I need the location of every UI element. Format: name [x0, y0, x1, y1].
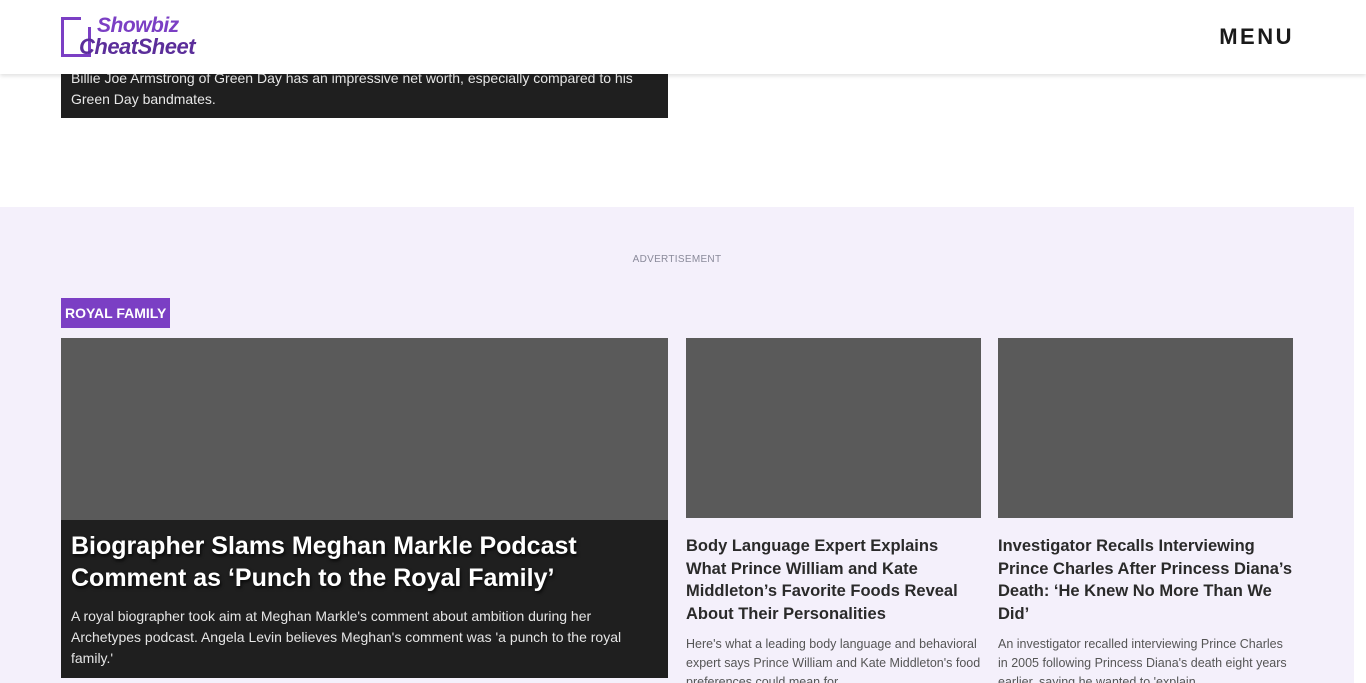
site-logo[interactable]: Showbiz CheatSheet: [61, 14, 226, 59]
featured-article-image[interactable]: [61, 338, 668, 520]
previous-article-description: Billie Joe Armstrong of Green Day has an…: [71, 70, 633, 107]
article-card-image[interactable]: [998, 338, 1293, 518]
page: Billie Joe Armstrong of Green Day has an…: [0, 0, 1366, 683]
article-card-description: Here's what a leading body language and …: [686, 637, 981, 683]
logo-word-cheatsheet: CheatSheet: [79, 34, 196, 59]
category-tag[interactable]: ROYAL FAMILY: [61, 298, 171, 328]
featured-article-description: A royal biographer took aim at Meghan Ma…: [71, 608, 622, 666]
article-card-title[interactable]: Investigator Recalls Interviewing Prince…: [998, 535, 1293, 625]
featured-article-caption: Biographer Slams Meghan Markle Podcast C…: [61, 520, 668, 678]
advertisement-label: ADVERTISEMENT: [632, 254, 722, 265]
article-card-image[interactable]: [686, 338, 981, 518]
article-card-title[interactable]: Body Language Expert Explains What Princ…: [686, 535, 981, 625]
article-card-description: An investigator recalled interviewing Pr…: [998, 637, 1287, 683]
featured-article-card[interactable]: Biographer Slams Meghan Markle Podcast C…: [61, 338, 668, 678]
menu-button[interactable]: MENU: [1219, 24, 1294, 50]
article-card[interactable]: Body Language Expert Explains What Princ…: [686, 338, 981, 683]
related-section: ADVERTISEMENT ROYAL FAMILY Biographer Sl…: [0, 207, 1354, 683]
site-header: Showbiz CheatSheet MENU: [0, 0, 1366, 74]
featured-article-title[interactable]: Biographer Slams Meghan Markle Podcast C…: [71, 530, 638, 594]
article-card[interactable]: Investigator Recalls Interviewing Prince…: [998, 338, 1293, 683]
